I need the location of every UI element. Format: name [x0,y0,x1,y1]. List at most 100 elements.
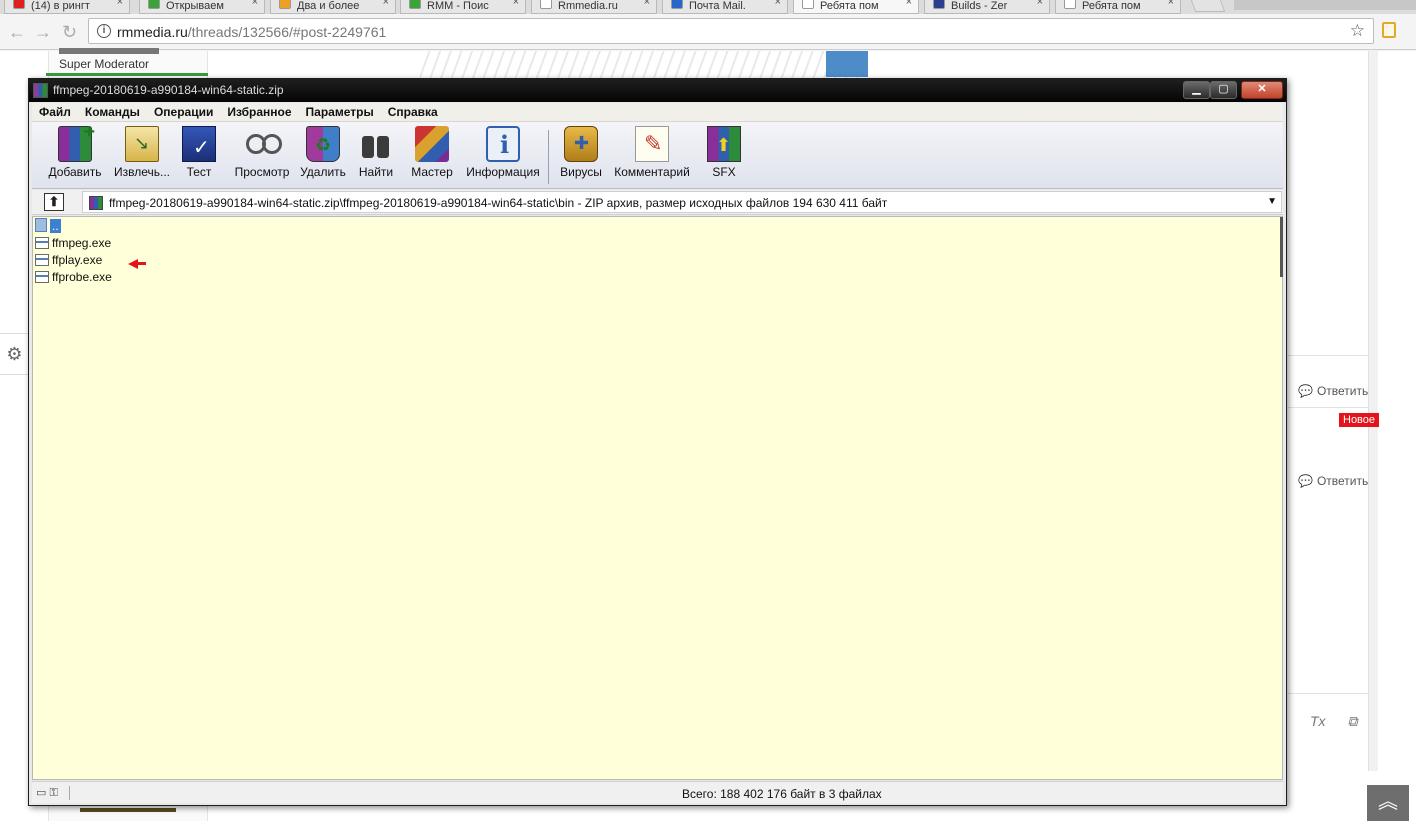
clear-format-icon[interactable]: Tx [1310,713,1326,729]
wizard-button[interactable]: Мастер [408,126,456,179]
social-badge[interactable] [826,51,868,77]
reply-link[interactable]: 💬 Ответить [1298,474,1368,488]
exe-file-icon [35,271,49,283]
tab-favicon-icon [1064,0,1076,9]
tab-title: Открываем [166,0,224,12]
list-item-ffplay[interactable]: ffplay.exe [35,253,102,270]
menu-favorites[interactable]: Избранное [220,103,298,119]
info-button[interactable]: Информация [464,126,542,179]
browser-tab[interactable]: Два и более × [270,0,396,14]
tab-close-icon[interactable]: × [252,0,258,8]
tab-close-icon[interactable]: × [644,0,650,8]
path-bar: ⬆ ffmpeg-20180619-a990184-win64-static.z… [32,190,1283,215]
tab-close-icon[interactable]: × [513,0,519,8]
list-item-ffmpeg[interactable]: ffmpeg.exe [35,236,111,253]
menu-bar: Файл Команды Операции Избранное Параметры Спр… [32,103,1283,122]
maximize-button[interactable]: ▢ [1210,81,1237,99]
tab-title: RMM - Поис [427,0,489,12]
find-button[interactable]: Найти [355,126,397,179]
user-role: Super Moderator [59,48,160,71]
browser-tab[interactable]: Открываем × [139,0,265,14]
tab-close-icon[interactable]: × [1037,0,1043,8]
browser-toolbar: ← → ↻ i rmmedia.ru/threads/132566/#post-… [0,14,1416,50]
browser-tab[interactable]: Ребята пом × [1055,0,1181,14]
bookmark-star-icon[interactable]: ☆ [1350,21,1365,41]
dropdown-arrow-icon[interactable]: ▼ [1267,196,1277,207]
sfx-icon [707,126,741,162]
tab-close-icon[interactable]: × [383,0,389,8]
forward-arrow-icon[interactable]: → [34,22,52,43]
gear-icon[interactable]: ⚙ [0,333,30,375]
list-item-ffprobe[interactable]: ffprobe.exe [35,270,112,287]
browser-tab[interactable]: Почта Mail. × [662,0,788,14]
delete-icon [306,126,340,162]
info-icon [486,126,520,162]
delete-button[interactable]: Удалить [298,126,348,179]
tab-title: Builds - Zer [951,0,1008,12]
menu-file[interactable]: Файл [32,103,78,119]
virus-scan-button[interactable]: Вирусы [557,126,605,179]
sfx-button[interactable]: SFX [704,126,744,179]
tab-title: (14) в рингт [31,0,90,12]
extract-icon [125,126,159,162]
tab-close-icon[interactable]: × [775,0,781,8]
scroll-to-top-icon[interactable]: ︽ [1367,785,1409,821]
wizard-icon [415,126,449,162]
test-button[interactable]: Тест [179,126,219,179]
address-bar[interactable]: i rmmedia.ru/threads/132566/#post-224976… [88,18,1374,44]
tab-close-icon[interactable]: × [117,0,123,8]
speech-bubble-icon: 💬 [1298,384,1313,398]
tab-title: Ребята пом [1082,0,1141,12]
new-tab-button[interactable] [1188,0,1226,12]
archive-path: ffmpeg-20180619-a990184-win64-static.zip… [109,196,888,210]
back-arrow-icon[interactable]: ← [8,22,26,43]
tab-title: Почта Mail. [689,0,746,12]
new-badge: Новое [1339,413,1380,427]
archive-icon [89,196,103,210]
virus-icon [564,126,598,162]
url-text[interactable]: rmmedia.ru/threads/132566/#post-2249761 [117,24,386,40]
exe-file-icon [35,254,49,266]
extension-icon[interactable] [1382,22,1396,38]
site-info-icon[interactable]: i [97,24,111,38]
toolbar-separator [548,130,549,184]
paste-icon[interactable]: ⧉ [1347,713,1357,729]
divider [1288,407,1368,408]
extract-button[interactable]: Извлечь... [110,126,174,179]
tab-favicon-icon [671,0,683,9]
browser-tab[interactable]: Builds - Zer × [924,0,1050,14]
browser-tab[interactable]: Rmmedia.ru × [531,0,657,14]
up-folder-button[interactable]: ⬆ [44,193,64,211]
menu-commands[interactable]: Команды [78,103,147,119]
menu-options[interactable]: Параметры [299,103,381,119]
reload-icon[interactable]: ↻ [62,22,77,43]
view-button[interactable]: Просмотр [232,126,292,179]
browser-tab[interactable]: RMM - Поис × [400,0,526,14]
minimize-button[interactable]: ▁ [1183,81,1210,99]
winrar-title-bar[interactable]: ffmpeg-20180619-a990184-win64-static.zip… [29,79,1286,102]
tab-close-icon[interactable]: × [1168,0,1174,8]
red-arrow-annotation [128,259,146,269]
list-item-parent-folder[interactable]: .. [35,218,61,235]
menu-operations[interactable]: Операции [147,103,220,119]
find-icon [359,126,393,162]
file-list: .. ffmpeg.exe ffplay.exe ffprobe.exe [32,216,1283,780]
toolbar: Добавить Извлечь... Тест Просмотр Удалит… [32,121,1283,189]
winrar-window: ffmpeg-20180619-a990184-win64-static.zip… [28,78,1287,806]
comment-button[interactable]: Комментарий [612,126,692,179]
folder-up-icon [35,218,47,232]
close-button[interactable]: ✕ [1241,81,1283,99]
path-dropdown[interactable]: ffmpeg-20180619-a990184-win64-static.zip… [82,191,1282,213]
tab-favicon-icon [148,0,160,9]
add-button[interactable]: Добавить [45,121,105,179]
tab-favicon-icon [279,0,291,9]
tab-close-icon[interactable]: × [906,0,912,8]
menu-help[interactable]: Справка [381,103,445,119]
browser-tab[interactable]: Ребята пом × [793,0,919,14]
browser-tab[interactable]: (14) в рингт × [4,0,130,14]
view-icon [245,126,282,162]
reply-link[interactable]: 💬 Ответить [1298,384,1368,398]
drive-key-icon[interactable]: ▭ ⚿ [36,786,70,800]
divider [1288,355,1368,356]
list-scroll-indicator [1280,217,1283,277]
